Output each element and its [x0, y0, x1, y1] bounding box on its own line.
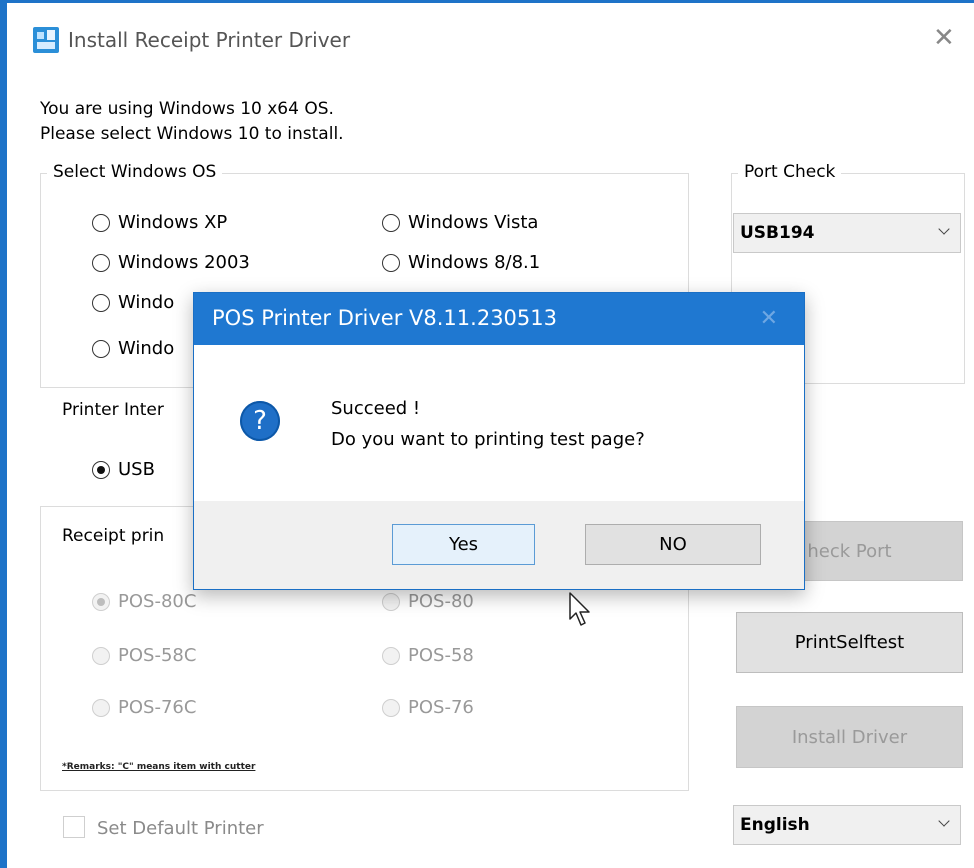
port-select-value: USB194 — [740, 223, 815, 243]
close-icon[interactable]: ✕ — [760, 306, 778, 331]
install-driver-button[interactable]: Install Driver — [736, 706, 963, 768]
radio-label: POS-80 — [408, 591, 474, 612]
set-default-label: Set Default Printer — [97, 818, 264, 839]
radio-pos-76[interactable]: POS-76 — [382, 697, 474, 718]
mouse-cursor-icon — [569, 592, 590, 626]
radio-label: Windo — [118, 338, 175, 359]
os-info-line-2: Please select Windows 10 to install. — [40, 124, 344, 144]
radio-label: Windows Vista — [408, 212, 539, 233]
confirm-dialog: POS Printer Driver V8.11.230513 ✕ ? Succ… — [193, 292, 805, 590]
radio-label: POS-76 — [408, 697, 474, 718]
radio-circle — [382, 592, 400, 611]
radio-windows-hidden-2[interactable]: Windo — [92, 338, 174, 359]
window-top-border — [0, 0, 974, 3]
set-default-checkbox[interactable] — [63, 816, 85, 838]
os-group-label: Select Windows OS — [47, 162, 223, 182]
radio-pos-80[interactable]: POS-80 — [382, 591, 474, 612]
window-left-border — [0, 0, 7, 868]
radio-circle — [92, 293, 110, 312]
radio-label: POS-58 — [408, 645, 474, 666]
radio-label: Windows XP — [118, 212, 228, 233]
yes-button[interactable]: Yes — [392, 524, 535, 565]
interface-group-label: Printer Inter — [62, 400, 164, 420]
language-select-value: English — [740, 815, 810, 835]
radio-circle — [382, 213, 400, 232]
radio-pos-58[interactable]: POS-58 — [382, 645, 474, 666]
radio-label: Windows 2003 — [118, 252, 250, 273]
radio-circle — [92, 339, 110, 358]
radio-pos-76c[interactable]: POS-76C — [92, 697, 196, 718]
print-selftest-button[interactable]: PrintSelftest — [736, 612, 963, 673]
dialog-title: POS Printer Driver V8.11.230513 — [212, 306, 557, 330]
question-icon: ? — [240, 401, 280, 441]
radio-pos-58c[interactable]: POS-58C — [92, 645, 196, 666]
radio-windows-hidden-1[interactable]: Windo — [92, 292, 174, 313]
window-title: Install Receipt Printer Driver — [68, 28, 351, 52]
chevron-down-icon — [938, 223, 950, 235]
radio-circle — [92, 698, 110, 717]
radio-circle — [92, 460, 110, 479]
radio-circle — [92, 646, 110, 665]
radio-circle — [382, 253, 400, 272]
chevron-down-icon — [938, 815, 950, 827]
language-select[interactable]: English — [733, 805, 961, 845]
radio-windows-8[interactable]: Windows 8/8.1 — [382, 252, 540, 273]
cutter-remark: *Remarks: "C" means item with cutter — [62, 762, 256, 772]
port-check-label: Port Check — [738, 162, 842, 182]
radio-usb[interactable]: USB — [92, 459, 155, 480]
radio-windows-xp[interactable]: Windows XP — [92, 212, 227, 233]
no-button[interactable]: NO — [585, 524, 761, 565]
radio-label: Windows 8/8.1 — [408, 252, 541, 273]
dialog-message-line-1: Succeed ! — [331, 398, 421, 419]
close-icon[interactable]: ✕ — [933, 25, 955, 51]
radio-windows-2003[interactable]: Windows 2003 — [92, 252, 250, 273]
radio-circle — [382, 698, 400, 717]
radio-label: POS-80C — [118, 591, 197, 612]
radio-label: POS-58C — [118, 645, 197, 666]
radio-circle — [382, 646, 400, 665]
dialog-message-line-2: Do you want to printing test page? — [331, 429, 645, 450]
port-select[interactable]: USB194 — [733, 213, 961, 253]
radio-circle — [92, 253, 110, 272]
app-icon — [33, 27, 59, 53]
radio-label: POS-76C — [118, 697, 197, 718]
radio-circle — [92, 592, 110, 611]
radio-label: Windo — [118, 292, 175, 313]
radio-label: USB — [118, 459, 155, 480]
radio-windows-vista[interactable]: Windows Vista — [382, 212, 538, 233]
receipt-group-label: Receipt prin — [62, 526, 165, 546]
radio-circle — [92, 213, 110, 232]
os-info-line-1: You are using Windows 10 x64 OS. — [40, 99, 334, 119]
radio-pos-80c[interactable]: POS-80C — [92, 591, 196, 612]
dialog-titlebar: POS Printer Driver V8.11.230513 ✕ — [194, 293, 804, 345]
